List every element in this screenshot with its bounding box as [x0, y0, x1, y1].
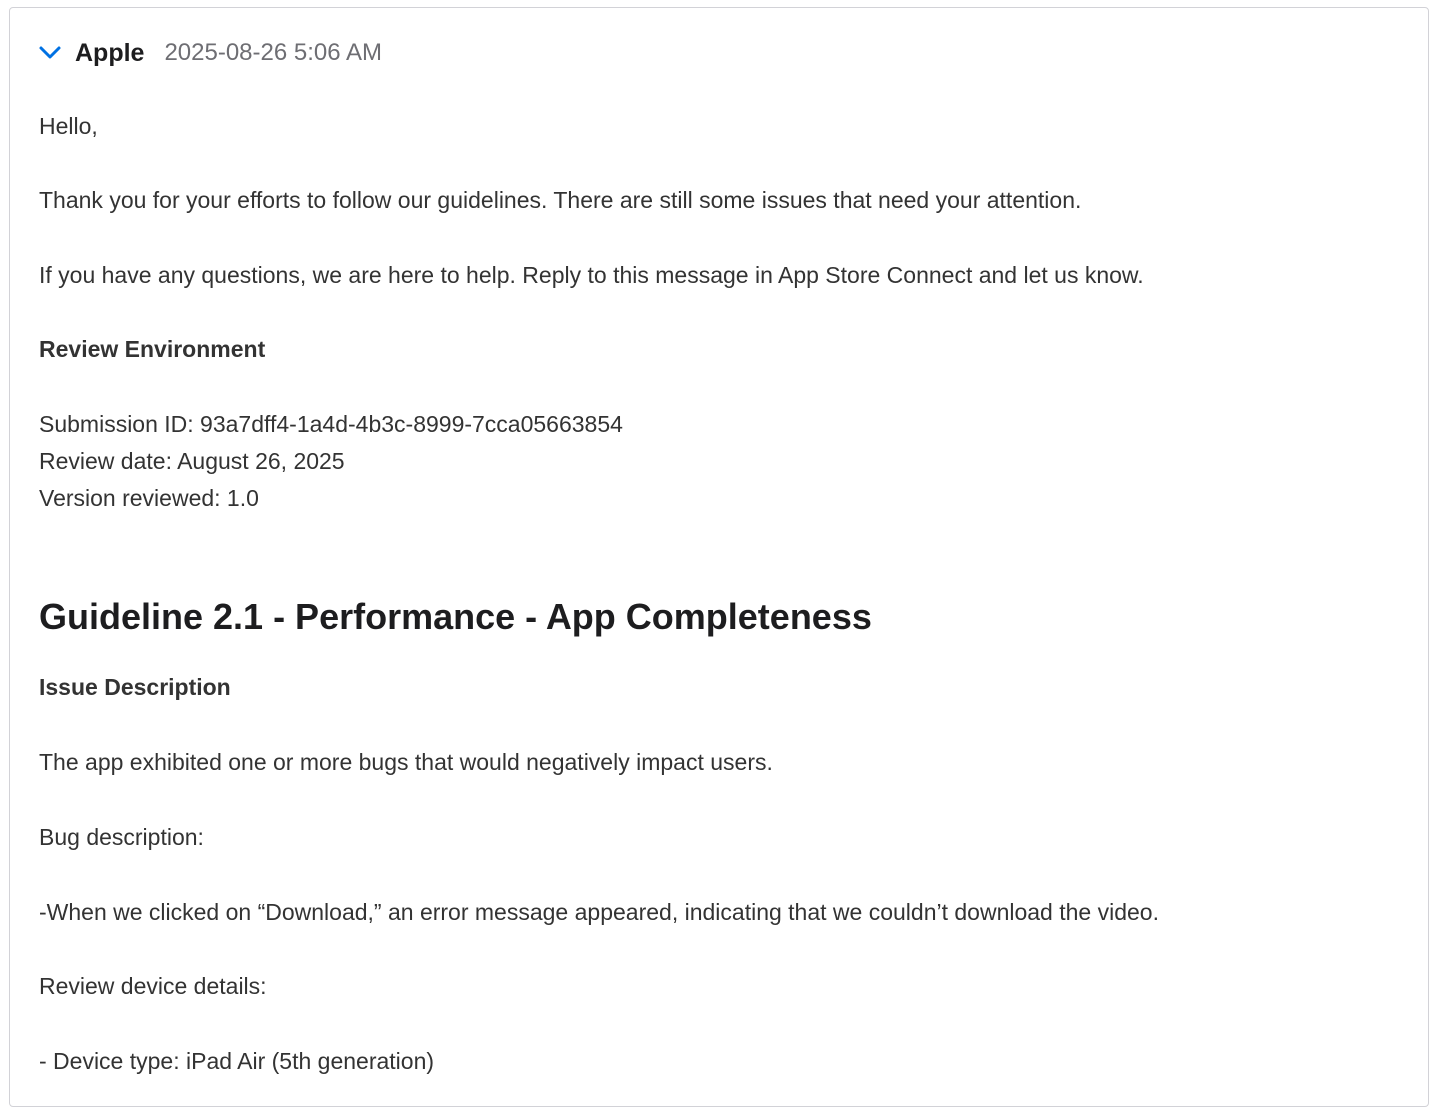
message-header[interactable]: Apple 2025-08-26 5:06 AM	[38, 38, 382, 68]
submission-id: Submission ID: 93a7dff4-1a4d-4b3c-8999-7…	[39, 411, 623, 437]
message-card: Apple 2025-08-26 5:06 AM Hello, Thank yo…	[9, 7, 1429, 1107]
sender-name: Apple	[75, 38, 145, 67]
device-details-label: Review device details:	[39, 973, 267, 999]
issue-description-text: The app exhibited one or more bugs that …	[39, 749, 773, 775]
help-text: If you have any questions, we are here t…	[39, 262, 1144, 288]
chevron-down-icon[interactable]	[38, 41, 62, 65]
message-timestamp: 2025-08-26 5:06 AM	[164, 39, 382, 66]
review-environment-heading: Review Environment	[39, 336, 266, 362]
guideline-heading: Guideline 2.1 - Performance - App Comple…	[39, 596, 872, 637]
greeting-text: Hello,	[39, 113, 98, 139]
review-date: Review date: August 26, 2025	[39, 448, 345, 474]
device-type-text: - Device type: iPad Air (5th generation)	[39, 1048, 435, 1074]
intro-text: Thank you for your efforts to follow our…	[39, 187, 1082, 213]
message-body: Hello, Thank you for your efforts to fol…	[39, 108, 1399, 1080]
bug-description-label: Bug description:	[39, 824, 204, 850]
bug-description-text: -When we clicked on “Download,” an error…	[39, 899, 1159, 925]
version-reviewed: Version reviewed: 1.0	[39, 485, 259, 511]
issue-description-heading: Issue Description	[39, 674, 231, 700]
